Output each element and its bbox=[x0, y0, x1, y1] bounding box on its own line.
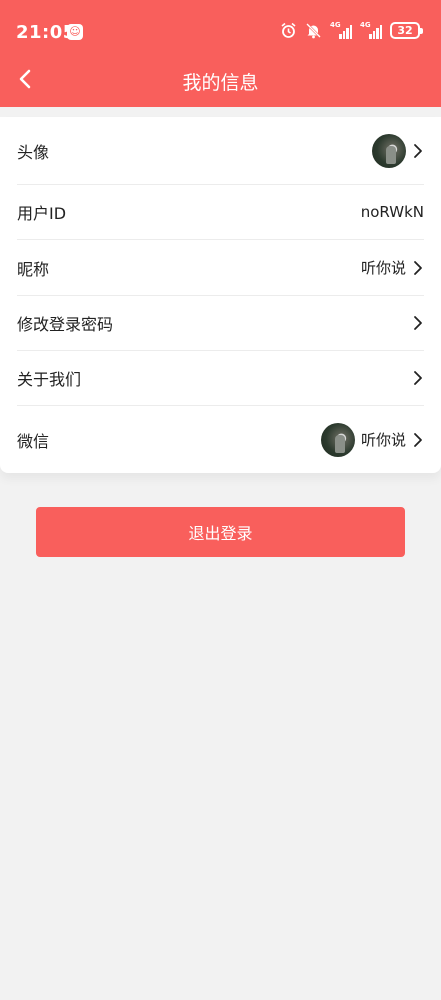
chevron-right-icon bbox=[412, 260, 424, 276]
row-change-password[interactable]: 修改登录密码 bbox=[17, 296, 424, 351]
profile-info-card: 头像 用户ID noRWkN 昵称 听你说 修改登录密码 关于我们 微信 听你说 bbox=[0, 117, 441, 473]
status-icons: 4G 4G 32 bbox=[280, 20, 423, 39]
signal-icon: 4G bbox=[330, 20, 352, 39]
row-wechat[interactable]: 微信 听你说 bbox=[17, 406, 424, 473]
nav-bar: 我的信息 bbox=[0, 56, 441, 102]
signal-icon: 4G bbox=[360, 20, 382, 39]
signal-label: 4G bbox=[360, 20, 371, 29]
user-id-value: noRWkN bbox=[360, 203, 424, 221]
chevron-right-icon bbox=[412, 315, 424, 331]
row-about-us[interactable]: 关于我们 bbox=[17, 351, 424, 406]
mute-icon bbox=[305, 22, 322, 39]
page-title: 我的信息 bbox=[182, 72, 259, 94]
app-notification-icon: ☺ bbox=[67, 24, 83, 40]
wechat-name-value: 听你说 bbox=[360, 431, 406, 449]
battery-icon: 32 bbox=[390, 22, 423, 39]
row-user-id[interactable]: 用户ID noRWkN bbox=[17, 185, 424, 240]
header-bar: 21:05 ☺ 4G 4G 32 我的信息 bbox=[0, 0, 441, 107]
row-label: 关于我们 bbox=[17, 370, 82, 389]
signal-label: 4G bbox=[330, 20, 341, 29]
chevron-right-icon bbox=[412, 432, 424, 448]
logout-button[interactable]: 退出登录 bbox=[36, 507, 405, 557]
avatar bbox=[320, 422, 355, 457]
row-label: 修改登录密码 bbox=[17, 315, 114, 334]
row-avatar[interactable]: 头像 bbox=[17, 117, 424, 185]
alarm-icon bbox=[280, 22, 297, 39]
row-nickname[interactable]: 昵称 听你说 bbox=[17, 240, 424, 296]
status-bar: 21:05 ☺ 4G 4G 32 bbox=[0, 0, 441, 64]
chevron-right-icon bbox=[412, 370, 424, 386]
chevron-right-icon bbox=[412, 143, 424, 159]
nickname-value: 听你说 bbox=[360, 259, 406, 277]
row-label: 用户ID bbox=[17, 204, 67, 223]
row-label: 微信 bbox=[17, 431, 50, 451]
row-label: 头像 bbox=[17, 142, 50, 162]
avatar bbox=[372, 133, 406, 168]
row-label: 昵称 bbox=[17, 259, 50, 279]
